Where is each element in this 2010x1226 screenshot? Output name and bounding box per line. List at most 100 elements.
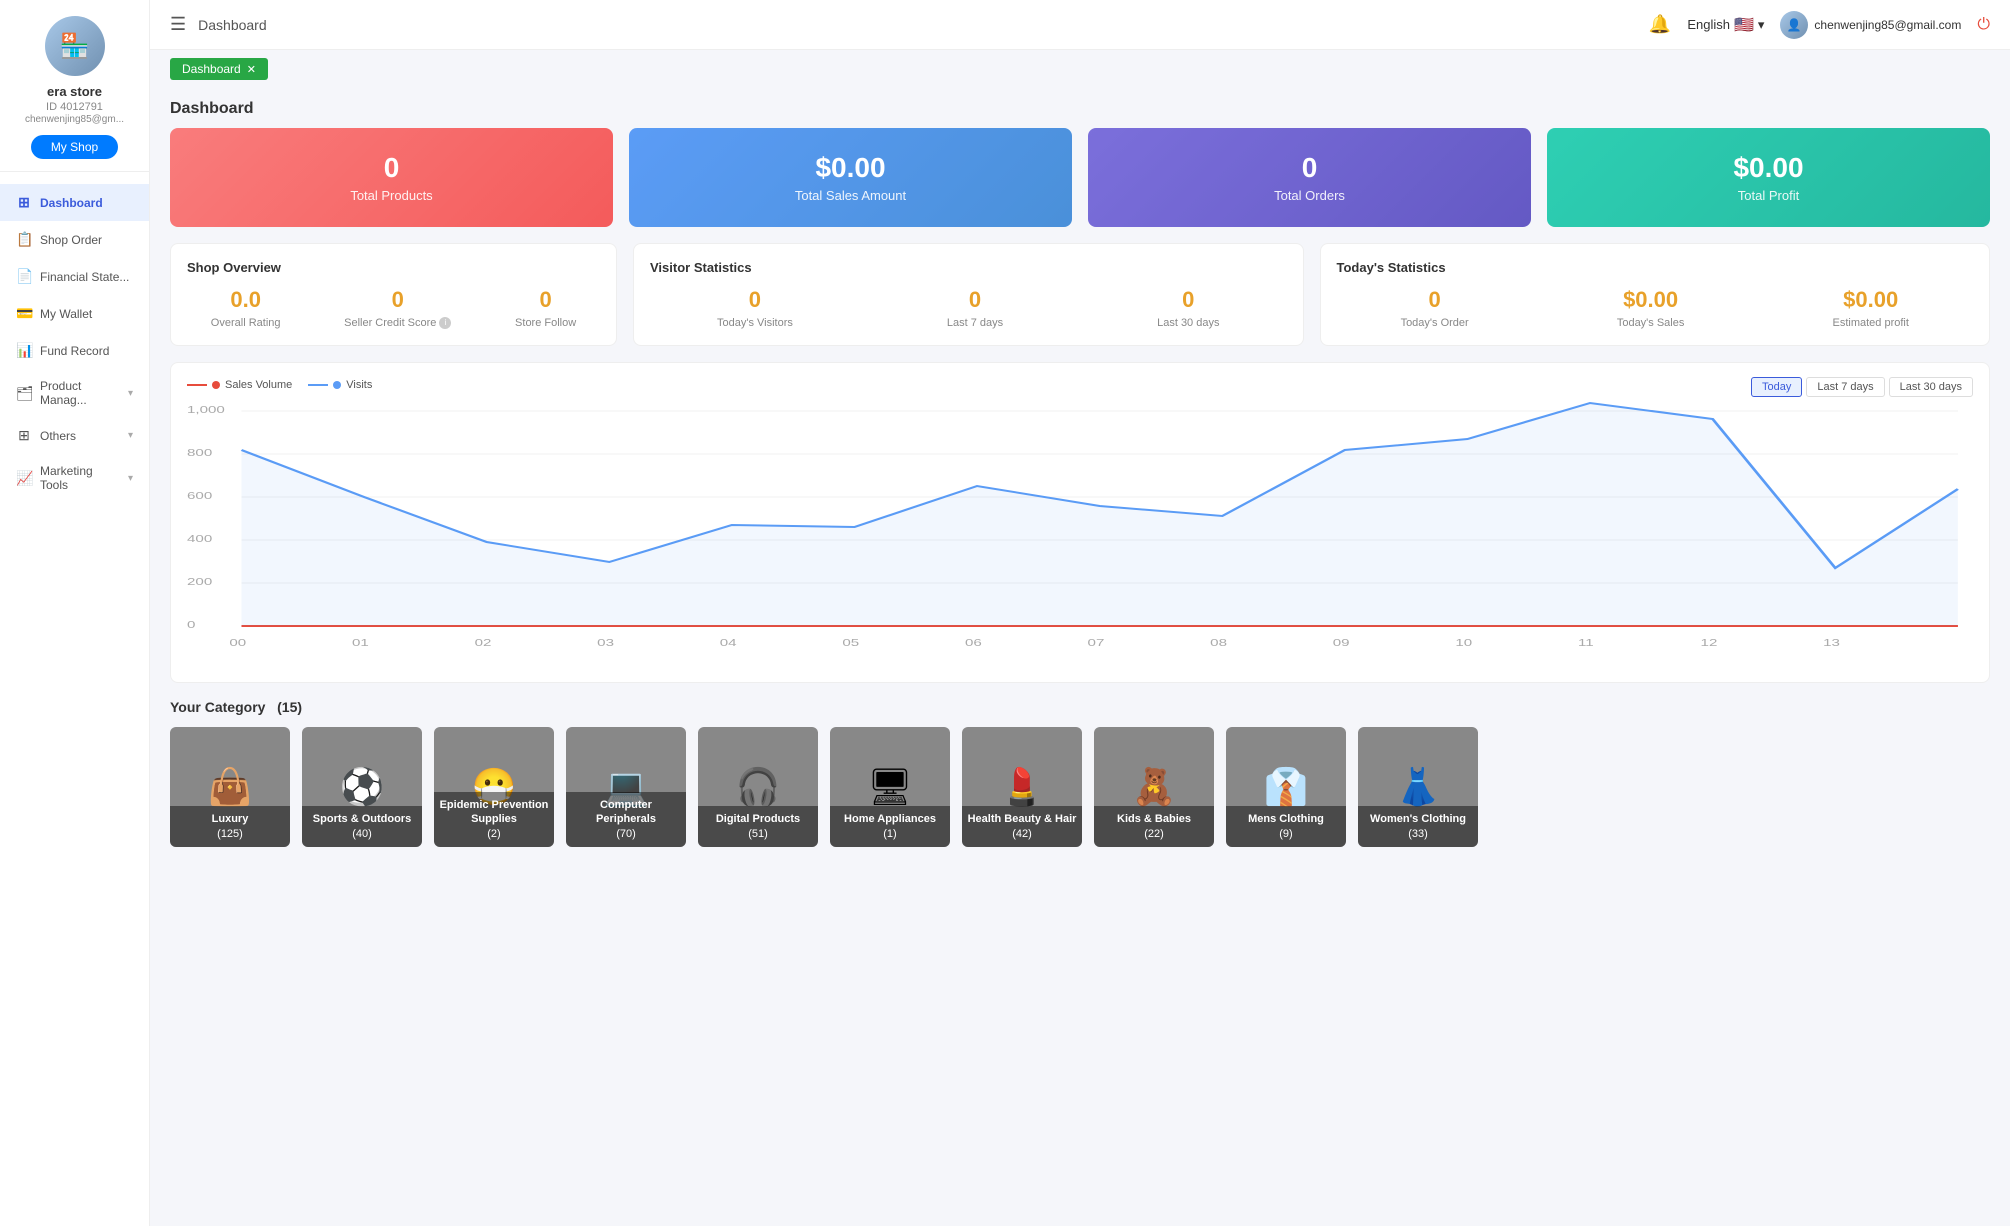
category-name: Computer Peripherals xyxy=(570,798,682,827)
category-overlay-mens: Mens Clothing (9) xyxy=(1226,806,1346,847)
stat-value: $0.00 xyxy=(815,152,885,184)
sidebar-item-label: Fund Record xyxy=(40,344,133,358)
visits-dot-icon xyxy=(333,381,341,389)
category-card-health[interactable]: 💄 Health Beauty & Hair (42) xyxy=(962,727,1082,847)
category-count: (9) xyxy=(1230,827,1342,841)
shop-overview-panel: Shop Overview 0.0 Overall Rating 0 Selle… xyxy=(170,243,617,346)
today-sales-value: $0.00 xyxy=(1617,287,1685,313)
chart-7days-button[interactable]: Last 7 days xyxy=(1806,377,1884,397)
category-card-womens[interactable]: 👗 Women's Clothing (33) xyxy=(1358,727,1478,847)
marketing-tools-icon: 📈 xyxy=(16,470,32,487)
dashboard-title: Dashboard xyxy=(170,88,1990,128)
visitor-stats-row: 0 Today's Visitors 0 Last 7 days 0 Last … xyxy=(650,287,1287,329)
notification-bell-icon[interactable]: 🔔 xyxy=(1649,14,1671,35)
category-card-digital[interactable]: 🎧 Digital Products (51) xyxy=(698,727,818,847)
svg-text:07: 07 xyxy=(1088,637,1105,649)
chevron-icon: ▾ xyxy=(128,473,133,484)
category-count: (42) xyxy=(966,827,1078,841)
last-7-days-label: Last 7 days xyxy=(947,317,1003,329)
category-overlay-luxury: Luxury (125) xyxy=(170,806,290,847)
category-card-computer[interactable]: 💻 Computer Peripherals (70) xyxy=(566,727,686,847)
svg-text:0: 0 xyxy=(187,619,195,631)
sidebar-item-financial-state[interactable]: 📄 Financial State... xyxy=(0,258,149,295)
today-visitors-item: 0 Today's Visitors xyxy=(717,287,793,329)
category-card-epidemic[interactable]: 😷 Epidemic Prevention Supplies (2) xyxy=(434,727,554,847)
svg-text:05: 05 xyxy=(842,637,859,649)
overall-rating-label: Overall Rating xyxy=(211,317,281,329)
fund-record-icon: 📊 xyxy=(16,342,32,359)
topbar-right: 🔔 English 🇺🇸 ▾ 👤 chenwenjing85@gmail.com… xyxy=(1649,11,1990,39)
category-overlay-sports: Sports & Outdoors (40) xyxy=(302,806,422,847)
overall-rating-item: 0.0 Overall Rating xyxy=(211,287,281,329)
sidebar-item-my-wallet[interactable]: 💳 My Wallet xyxy=(0,295,149,332)
category-count: (33) xyxy=(1362,827,1474,841)
breadcrumb-close-icon[interactable]: ✕ xyxy=(247,63,256,76)
last-7-days-item: 0 Last 7 days xyxy=(947,287,1003,329)
svg-text:400: 400 xyxy=(187,533,212,545)
stat-value: $0.00 xyxy=(1733,152,1803,184)
chart-area: 1,000 800 600 400 200 0 xyxy=(187,401,1973,666)
category-name: Women's Clothing xyxy=(1362,812,1474,826)
legend-sales-label: Sales Volume xyxy=(225,379,292,391)
breadcrumb-label: Dashboard xyxy=(182,62,241,76)
stat-card-total-orders: 0 Total Orders xyxy=(1088,128,1531,227)
category-overlay-health: Health Beauty & Hair (42) xyxy=(962,806,1082,847)
sidebar-item-marketing-tools[interactable]: 📈 Marketing Tools ▾ xyxy=(0,454,149,502)
chart-today-button[interactable]: Today xyxy=(1751,377,1802,397)
sales-dot-icon xyxy=(212,381,220,389)
legend-visits: Visits xyxy=(308,379,372,391)
product-manage-icon: 🗂 xyxy=(16,385,32,402)
category-overlay-digital: Digital Products (51) xyxy=(698,806,818,847)
stat-card-total-products: 0 Total Products xyxy=(170,128,613,227)
my-shop-button[interactable]: My Shop xyxy=(31,135,118,159)
today-visitors-value: 0 xyxy=(717,287,793,313)
others-icon: ⊞ xyxy=(16,427,32,444)
overview-row: Shop Overview 0.0 Overall Rating 0 Selle… xyxy=(170,243,1990,346)
flag-icon: 🇺🇸 xyxy=(1734,15,1754,35)
breadcrumb-tab[interactable]: Dashboard ✕ xyxy=(170,58,268,80)
category-name: Sports & Outdoors xyxy=(306,812,418,826)
stat-label: Total Orders xyxy=(1274,188,1345,203)
category-overlay-kids: Kids & Babies (22) xyxy=(1094,806,1214,847)
category-card-mens[interactable]: 👔 Mens Clothing (9) xyxy=(1226,727,1346,847)
legend-visits-label: Visits xyxy=(346,379,372,391)
last-30-days-item: 0 Last 30 days xyxy=(1157,287,1219,329)
category-card-luxury[interactable]: 👜 Luxury (125) xyxy=(170,727,290,847)
dashboard-content: Dashboard 0 Total Products $0.00 Total S… xyxy=(150,88,2010,875)
sidebar-item-product-manage[interactable]: 🗂 Product Manag... ▾ xyxy=(0,369,149,417)
category-card-kids[interactable]: 🧸 Kids & Babies (22) xyxy=(1094,727,1214,847)
user-avatar: 👤 xyxy=(1780,11,1808,39)
chevron-icon: ▾ xyxy=(128,388,133,399)
sidebar-item-shop-order[interactable]: 📋 Shop Order xyxy=(0,221,149,258)
svg-text:13: 13 xyxy=(1823,637,1840,649)
today-visitors-label: Today's Visitors xyxy=(717,317,793,329)
sidebar-divider xyxy=(0,171,149,172)
sidebar-item-label: Marketing Tools xyxy=(40,464,120,492)
category-name: Home Appliances xyxy=(834,812,946,826)
chart-30days-button[interactable]: Last 30 days xyxy=(1889,377,1973,397)
category-count: (125) xyxy=(174,827,286,841)
svg-text:800: 800 xyxy=(187,447,212,459)
svg-text:11: 11 xyxy=(1578,637,1594,649)
language-selector[interactable]: English 🇺🇸 ▾ xyxy=(1687,15,1764,35)
today-order-item: 0 Today's Order xyxy=(1401,287,1469,329)
category-card-sports[interactable]: ⚽ Sports & Outdoors (40) xyxy=(302,727,422,847)
sidebar-item-others[interactable]: ⊞ Others ▾ xyxy=(0,417,149,454)
svg-text:04: 04 xyxy=(720,637,737,649)
info-icon: i xyxy=(439,317,451,329)
seller-credit-item: 0 Seller Credit Score i xyxy=(344,287,451,329)
sidebar-item-dashboard[interactable]: ⊞ Dashboard xyxy=(0,184,149,221)
logout-icon[interactable]: ⏻ xyxy=(1977,16,1990,34)
sales-line-icon xyxy=(187,384,207,386)
user-profile[interactable]: 👤 chenwenjing85@gmail.com xyxy=(1780,11,1961,39)
category-name: Health Beauty & Hair xyxy=(966,812,1078,826)
menu-icon[interactable]: ☰ xyxy=(170,14,186,35)
sidebar-item-label: My Wallet xyxy=(40,307,133,321)
category-count: (51) xyxy=(702,827,814,841)
svg-text:10: 10 xyxy=(1455,637,1472,649)
category-scroll[interactable]: 👜 Luxury (125) ⚽ Sports & Outdoors (40) … xyxy=(170,727,1990,855)
category-card-appliances[interactable]: 🖥 Home Appliances (1) xyxy=(830,727,950,847)
estimated-profit-value: $0.00 xyxy=(1832,287,1908,313)
sidebar-item-fund-record[interactable]: 📊 Fund Record xyxy=(0,332,149,369)
chart-legend: Sales Volume Visits xyxy=(187,379,1973,391)
